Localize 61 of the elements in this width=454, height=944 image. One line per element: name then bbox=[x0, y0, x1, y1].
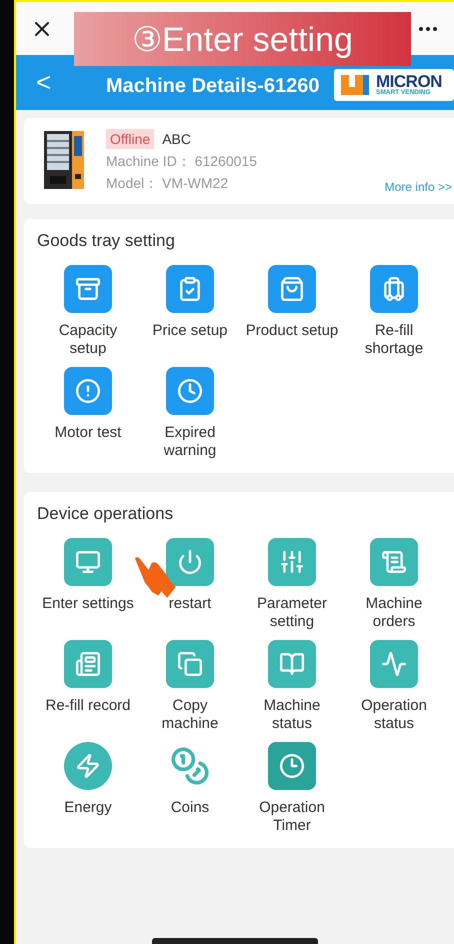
suitcase-icon bbox=[381, 276, 407, 302]
menu-icon-button[interactable] bbox=[268, 538, 316, 586]
power-icon bbox=[177, 549, 203, 575]
menu-label[interactable]: Operation Timer bbox=[245, 799, 339, 835]
logo-name: MICRON bbox=[376, 73, 442, 90]
menu-label[interactable]: Expired warning bbox=[143, 424, 237, 460]
coins-icon bbox=[170, 746, 210, 786]
menu-icon-button[interactable] bbox=[166, 265, 214, 313]
menu-label[interactable]: Coins bbox=[170, 799, 210, 817]
machine-name: ABC bbox=[162, 131, 192, 147]
clock-icon bbox=[279, 753, 305, 779]
step-caption: ③Enter setting bbox=[74, 12, 411, 66]
menu-icon-button[interactable] bbox=[64, 742, 112, 790]
menu-icon-button[interactable] bbox=[64, 265, 112, 313]
monitor-icon bbox=[75, 549, 101, 575]
clock-icon bbox=[177, 378, 203, 404]
section-title: Goods tray setting bbox=[37, 231, 176, 251]
clipboard-check-icon bbox=[177, 276, 203, 302]
menu-label[interactable]: Product setup bbox=[246, 322, 338, 340]
menu-icon-button[interactable] bbox=[64, 640, 112, 688]
menu-icon-button[interactable] bbox=[64, 538, 112, 586]
menu-icon-button[interactable] bbox=[370, 265, 418, 313]
menu-icon-button[interactable] bbox=[166, 538, 214, 586]
menu-label[interactable]: Re-fill shortage bbox=[347, 322, 441, 358]
book-icon bbox=[279, 651, 305, 677]
menu-label[interactable]: Operation status bbox=[347, 697, 441, 733]
menu-icon-button[interactable] bbox=[64, 367, 112, 415]
menu-label[interactable]: Motor test bbox=[54, 424, 122, 442]
line-chart-icon bbox=[381, 651, 407, 677]
menu-icon-button[interactable] bbox=[268, 640, 316, 688]
machine-model: Model： VM-WM22 bbox=[106, 175, 230, 193]
tray-icon bbox=[75, 276, 101, 302]
menu-label[interactable]: restart bbox=[168, 595, 212, 613]
menu-label[interactable]: Machine orders bbox=[347, 595, 441, 631]
menu-icon-button[interactable] bbox=[268, 742, 316, 790]
sliders-icon bbox=[279, 549, 305, 575]
lightning-icon bbox=[75, 753, 101, 779]
menu-label[interactable]: Enter settings bbox=[42, 595, 134, 613]
menu-label[interactable]: Energy bbox=[64, 799, 112, 817]
scroll-icon bbox=[381, 549, 407, 575]
copy-icon bbox=[177, 651, 203, 677]
menu-icon-button[interactable] bbox=[370, 640, 418, 688]
menu-icon-button[interactable] bbox=[166, 640, 214, 688]
menu-label[interactable]: Re-fill record bbox=[45, 697, 131, 715]
menu-label[interactable]: Capacity setup bbox=[41, 322, 135, 358]
status-badge: Offline bbox=[106, 129, 154, 149]
menu-icon-button[interactable] bbox=[268, 265, 316, 313]
vending-machine-icon bbox=[42, 130, 86, 192]
menu-label[interactable]: Parameter setting bbox=[245, 595, 339, 631]
bag-icon bbox=[279, 276, 305, 302]
machine-id: Machine ID： 61260015 bbox=[106, 153, 257, 171]
alert-icon bbox=[75, 378, 101, 404]
menu-icon-button[interactable] bbox=[166, 367, 214, 415]
menu-icon-button[interactable] bbox=[370, 538, 418, 586]
section-title: Device operations bbox=[37, 504, 174, 524]
page-title: Machine Details-61260 bbox=[106, 74, 320, 98]
menu-label[interactable]: Copy machine bbox=[143, 697, 237, 733]
document-icon bbox=[75, 651, 101, 677]
menu-label[interactable]: Machine status bbox=[245, 697, 339, 733]
menu-label[interactable]: Price setup bbox=[152, 322, 228, 340]
logo-mark-icon bbox=[338, 72, 372, 98]
